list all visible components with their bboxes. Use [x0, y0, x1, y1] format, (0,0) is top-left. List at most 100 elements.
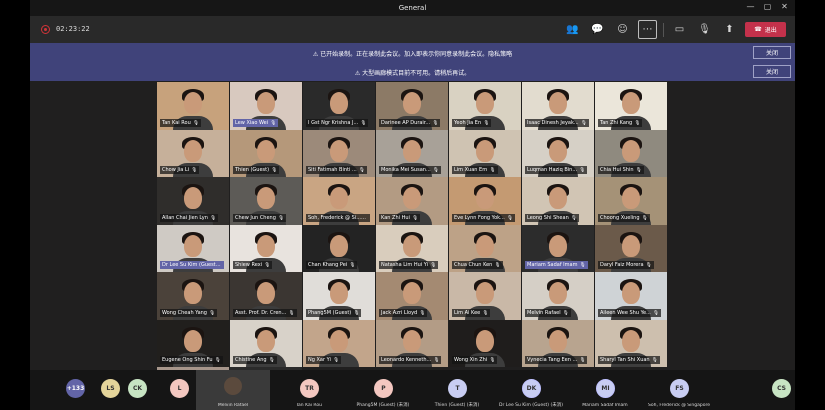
mic-muted-icon: 🎙: [431, 120, 439, 126]
participant-tile[interactable]: Lim Ai Kee 🎙: [449, 272, 521, 320]
participant-face: [403, 282, 421, 304]
participant-tile[interactable]: Jack Azri Lloyd 🎙: [376, 272, 448, 320]
dock-participant[interactable]: TR Tan Kai Rou: [274, 370, 344, 410]
participant-tile[interactable]: Vynecia Tang Een ... 🎙: [522, 319, 594, 367]
participant-tile[interactable]: Tan Kai Rou 🎙: [157, 82, 229, 130]
more-actions-icon[interactable]: ⋯: [638, 20, 657, 39]
participant-tile[interactable]: Siti Fatimah Binti ... 🎙: [303, 129, 375, 177]
participant-name-text: Eve Lynn Fong Yok...: [454, 214, 505, 221]
recording-banner-dismiss-button[interactable]: 关闭: [753, 46, 791, 59]
participant-tile[interactable]: Shiew Rexi 🎙: [230, 224, 302, 272]
dock-participant[interactable]: P Phang5M (Guest) (未消): [348, 370, 418, 410]
participant-tile[interactable]: Yeoh Jia En 🎙: [449, 82, 521, 130]
participant-face: [622, 92, 640, 114]
participant-tile[interactable]: Eve Lynn Fong Yok... 🎙: [449, 177, 521, 225]
mic-muted-icon: 🎙: [578, 168, 586, 173]
dock-participant[interactable]: MI Mariam Sadaf Imam: [570, 370, 640, 410]
participant-tile[interactable]: Chew Jun Cheng 🎙: [230, 177, 302, 225]
participant-tile[interactable]: Mariam Sadaf Imam 🎙: [522, 224, 594, 272]
dock-participant[interactable]: FS Soh, Frederick @ Singapore: [644, 370, 714, 410]
participant-face: [549, 187, 567, 209]
participant-tile[interactable]: Allan Chai Jien Lyn 🎙: [157, 177, 229, 225]
dock-participant[interactable]: DK Dr Lee Su Kim (Guest) (未消): [496, 370, 566, 410]
participant-name: Leong Shi Shean 🎙: [525, 213, 579, 222]
participant-name-text: Lim Xuan Ern: [454, 167, 488, 173]
mic-muted-icon: 🎙: [651, 310, 659, 316]
participant-tile[interactable]: Lew Xiao Wei 🎙: [230, 82, 302, 130]
participant-tile[interactable]: Wong Cheah Yang 🎙: [157, 272, 229, 320]
leave-button[interactable]: ☎ 退出: [745, 22, 786, 37]
dock-participant[interactable]: CS: [746, 370, 795, 410]
participant-tile[interactable]: I Gst Ngr Krishna J... 🎙: [303, 82, 375, 130]
participant-overflow-count[interactable]: +133: [66, 379, 85, 398]
participant-face: [403, 234, 421, 257]
participant-name: Wong Xin Zhi 🎙: [452, 356, 498, 364]
dock-video-tile[interactable]: Melvin Rafael: [196, 370, 270, 410]
dock-participant-name: Soh, Frederick @ Singapore: [648, 403, 710, 408]
participant-avatar[interactable]: L: [170, 379, 189, 398]
participant-avatar[interactable]: LS: [101, 379, 120, 398]
gallery-banner-dismiss-button[interactable]: 关闭: [753, 65, 791, 78]
participant-tile[interactable]: Kan Zhi Hui 🎙: [376, 177, 448, 225]
participant-avatar[interactable]: CK: [128, 379, 147, 398]
mic-muted-icon: 🎙: [488, 168, 496, 173]
participant-name: Ng Xar Yi 🎙: [306, 356, 342, 364]
participant-name: Jack Azri Lloyd 🎙: [379, 308, 428, 317]
participant-name-text: Ng Xar Yi: [308, 357, 331, 363]
participant-tile[interactable]: Luqman Haziq Bin... 🎙: [522, 129, 594, 177]
participant-tile[interactable]: Monika Mei Susan... 🎙: [376, 129, 448, 177]
minimize-icon[interactable]: —: [746, 2, 755, 11]
participant-tile[interactable]: Chia Hui Shin 🎙: [595, 129, 667, 177]
participant-tile[interactable]: Thien (Guest) 🎙: [230, 129, 302, 177]
participant-name-text: Thien (Guest): [235, 167, 270, 173]
participant-face: [549, 282, 567, 304]
participant-tile[interactable]: Darinee AP Durair... 🎙: [376, 82, 448, 130]
participants-icon[interactable]: 👥: [563, 20, 582, 39]
participant-tile[interactable]: Wong Xin Zhi 🎙: [449, 319, 521, 367]
participant-tile[interactable]: Chan Khang Pei 🎙: [303, 224, 375, 272]
teams-window: General — ▢ ✕ 02:23:22 👥 💬 ☺ ⋯ ▭ 🎙 ⬆ ☎ 退…: [30, 0, 795, 410]
reactions-icon[interactable]: ☺: [613, 20, 632, 39]
mic-muted-icon: 🎙: [578, 358, 586, 363]
participant-name-text: Jack Azri Lloyd: [381, 309, 418, 316]
participant-tile[interactable]: Isaac Dinesh Jeyak... 🎙: [522, 82, 594, 130]
chat-icon[interactable]: 💬: [588, 20, 607, 39]
participant-tile[interactable]: Melvin Rafael 🎙: [522, 272, 594, 320]
participant-tile[interactable]: Phang5M (Guest) 🎙: [303, 272, 375, 320]
participant-avatar: MI: [596, 379, 615, 398]
close-icon[interactable]: ✕: [780, 2, 789, 11]
participant-tile[interactable]: Asst. Prof. Dr. Cren... 🎙: [230, 272, 302, 320]
participant-face: [184, 139, 202, 162]
meeting-toolbar: 02:23:22 👥 💬 ☺ ⋯ ▭ 🎙 ⬆ ☎ 退出: [30, 16, 795, 43]
mic-muted-icon[interactable]: 🎙: [695, 20, 714, 39]
participant-tile[interactable]: Daryl Faiz Morera 🎙: [595, 224, 667, 272]
participant-tile[interactable]: Lim Xuan Ern 🎙: [449, 129, 521, 177]
participant-tile[interactable]: Chua Chun Ken 🎙: [449, 224, 521, 272]
dock-participant-name: Mariam Sadaf Imam: [582, 403, 628, 408]
participant-name: Daryl Faiz Morera 🎙: [598, 261, 654, 269]
participant-grid: Tan Kai Rou 🎙 Lew Xiao Wei 🎙 I Gst Ngr Kri…: [157, 82, 667, 410]
participant-tile[interactable]: Ng Xar Yi 🎙: [303, 319, 375, 367]
participant-name-text: Luqman Haziq Bin...: [527, 167, 578, 173]
participant-tile[interactable]: Leong Shi Shean 🎙: [522, 177, 594, 225]
share-screen-icon[interactable]: ⬆: [720, 20, 739, 39]
participant-dock: +133 LS CK L Melvin Rafael TR Tan Kai Rou P Phan…: [30, 370, 795, 410]
participant-face: [257, 329, 275, 352]
dock-participant[interactable]: T Thien (Guest) (未消): [422, 370, 492, 410]
participant-tile[interactable]: Chistine Ang 🎙: [230, 319, 302, 367]
participant-tile[interactable]: Tan Zhi Kang 🎙: [595, 82, 667, 130]
participant-name: Siti Fatimah Binti ... 🎙: [306, 166, 367, 174]
participant-name: Luqman Haziq Bin... 🎙: [525, 166, 588, 174]
camera-off-icon[interactable]: ▭: [670, 20, 689, 39]
participant-tile[interactable]: Dr Lee Su Kim (Guest) 🎙: [157, 224, 229, 272]
participant-tile[interactable]: Sharyl Tan Shi Xuan 🎙: [595, 319, 667, 367]
participant-tile[interactable]: Chow Jia Li 🎙: [157, 129, 229, 177]
participant-name-text: Leonardo Kenneth...: [381, 357, 432, 363]
participant-tile[interactable]: Aileen Wee Shu Ye... 🎙: [595, 272, 667, 320]
participant-tile[interactable]: Natasha Lim Hui Yi 🎙: [376, 224, 448, 272]
maximize-icon[interactable]: ▢: [763, 2, 772, 11]
participant-tile[interactable]: Choong Xueling 🎙: [595, 177, 667, 225]
participant-tile[interactable]: Soh, Frederick @ Si... 🎙: [303, 177, 375, 225]
participant-tile[interactable]: Eugene Ong Shin Fu 🎙: [157, 319, 229, 367]
participant-tile[interactable]: Leonardo Kenneth... 🎙: [376, 319, 448, 367]
